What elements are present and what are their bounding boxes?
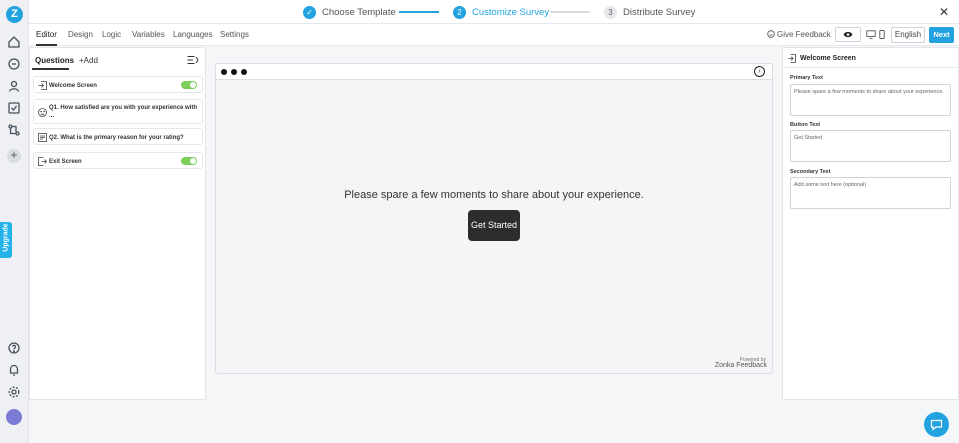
add-icon[interactable]: +: [7, 149, 21, 163]
chat-bubble-icon: [930, 419, 943, 431]
next-arrow-icon[interactable]: ›: [754, 66, 765, 77]
question-item-q1[interactable]: Q1. How satisfied are you with your expe…: [33, 99, 203, 124]
stepper-bar: ✓ Choose Template 2 Customize Survey 3 D…: [29, 0, 959, 24]
step-check-icon: ✓: [303, 5, 316, 19]
tab-languages[interactable]: Languages: [173, 30, 213, 39]
secondary-text-label: Secondary Text: [790, 169, 831, 175]
step-label: Customize Survey: [472, 6, 550, 18]
primary-text-input[interactable]: Please spare a few moments to share abou…: [790, 84, 951, 116]
step-connector: [399, 11, 439, 13]
window-dot: [241, 69, 247, 75]
question-item-exit[interactable]: Exit Screen: [33, 152, 203, 169]
welcome-screen-icon: [788, 54, 796, 63]
survey-preview: › Please spare a few moments to share ab…: [215, 63, 773, 374]
close-icon[interactable]: ✕: [939, 5, 949, 19]
preview-get-started-button[interactable]: Get Started: [468, 210, 520, 241]
support-chat-button[interactable]: [924, 412, 949, 437]
eye-icon: [843, 31, 853, 38]
welcome-screen-icon: [38, 81, 47, 90]
question-label: Q2. What is the primary reason for your …: [49, 135, 184, 141]
home-icon[interactable]: [7, 35, 21, 49]
exit-toggle[interactable]: [181, 157, 197, 165]
step-label: Choose Template: [322, 6, 396, 18]
step-number: 2: [453, 5, 466, 19]
give-feedback-label: Give Feedback: [777, 30, 831, 39]
left-rail: Z + Upgrade: [0, 0, 29, 443]
screen-settings-panel: Welcome Screen Primary Text Please spare…: [782, 47, 959, 400]
tab-logic[interactable]: Logic: [102, 30, 121, 39]
window-dot: [231, 69, 237, 75]
notifications-icon[interactable]: [7, 363, 21, 377]
emoji-rating-icon: [38, 108, 47, 117]
help-icon[interactable]: [7, 341, 21, 355]
settings-panel-header: Welcome Screen: [783, 48, 958, 68]
question-item-welcome[interactable]: Welcome Screen: [33, 76, 203, 93]
tab-editor[interactable]: Editor: [36, 30, 57, 46]
question-item-q2[interactable]: Q2. What is the primary reason for your …: [33, 128, 203, 145]
workflow-icon[interactable]: [7, 123, 21, 137]
preview-button[interactable]: [835, 27, 861, 42]
button-text-label: Button Text: [790, 122, 821, 128]
app-logo[interactable]: Z: [6, 6, 23, 23]
tab-design[interactable]: Design: [68, 30, 93, 39]
feedback-icon: [767, 30, 775, 38]
editor-tabs-bar: Editor Design Logic Variables Languages …: [29, 24, 959, 46]
language-select[interactable]: English: [891, 27, 925, 43]
step-customize-survey[interactable]: 2 Customize Survey: [453, 5, 549, 19]
upgrade-label: Upgrade: [2, 223, 10, 252]
chat-survey-icon[interactable]: [7, 57, 21, 71]
step-label: Distribute Survey: [623, 6, 696, 18]
step-choose-template[interactable]: ✓ Choose Template: [303, 5, 396, 19]
question-label: Welcome Screen: [49, 83, 97, 89]
desktop-icon[interactable]: [866, 30, 876, 39]
button-text-input[interactable]: Get Started: [790, 130, 951, 162]
settings-panel-title: Welcome Screen: [800, 55, 856, 62]
contacts-icon[interactable]: [7, 79, 21, 93]
give-feedback-link[interactable]: Give Feedback: [767, 30, 831, 39]
device-toggle[interactable]: [866, 30, 886, 40]
primary-text-label: Primary Text: [790, 75, 823, 81]
step-distribute-survey[interactable]: 3 Distribute Survey: [604, 5, 695, 19]
preview-primary-text: Please spare a few moments to share abou…: [344, 189, 644, 201]
text-question-icon: [38, 133, 47, 142]
tab-variables[interactable]: Variables: [132, 30, 165, 39]
welcome-toggle[interactable]: [181, 81, 197, 89]
user-avatar[interactable]: [6, 409, 22, 425]
add-question-button[interactable]: +Add: [79, 56, 98, 65]
preview-browser-bar: ›: [216, 64, 772, 80]
exit-screen-icon: [38, 157, 47, 166]
questions-tab-underline: [32, 68, 69, 70]
reorder-icon[interactable]: [187, 55, 199, 65]
brand-label: Zonka Feedback: [714, 362, 767, 369]
question-label: Exit Screen: [49, 159, 82, 165]
next-button[interactable]: Next: [929, 27, 954, 43]
tasks-icon[interactable]: [7, 101, 21, 115]
settings-gear-icon[interactable]: [7, 385, 21, 399]
window-dot: [221, 69, 227, 75]
questions-panel: Questions +Add Welcome Screen Q1. How sa…: [29, 47, 206, 400]
step-number: 3: [604, 5, 617, 19]
secondary-text-input[interactable]: Add some text here (optional): [790, 177, 951, 209]
question-label: Q1. How satisfied are you with your expe…: [49, 105, 198, 119]
tab-settings[interactable]: Settings: [220, 30, 249, 39]
mobile-icon[interactable]: [879, 30, 885, 39]
questions-tab[interactable]: Questions: [35, 56, 74, 65]
step-connector: [550, 11, 590, 13]
upgrade-tab[interactable]: Upgrade: [0, 222, 12, 258]
